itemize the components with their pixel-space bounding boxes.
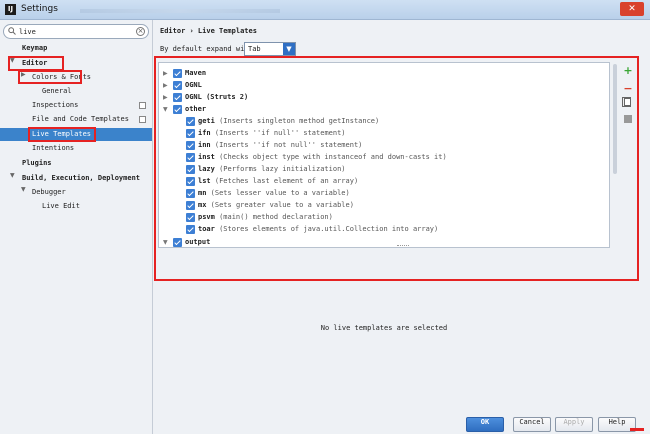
- ok-button[interactable]: OK: [466, 417, 504, 432]
- tree-item-live-edit[interactable]: Live Edit: [0, 200, 152, 213]
- remove-template-icon[interactable]: −: [621, 82, 635, 96]
- chevron-down-icon[interactable]: ▼: [283, 43, 295, 55]
- tree-item-inspections[interactable]: Inspections: [0, 99, 152, 112]
- expanded-arrow-icon[interactable]: ▼: [10, 172, 15, 179]
- cancel-button[interactable]: Cancel: [513, 417, 551, 432]
- expand-with-label: By default expand with: [160, 45, 253, 53]
- highlight-colors-fonts: [18, 70, 82, 84]
- add-template-icon[interactable]: +: [621, 64, 635, 78]
- tree-item-keymap[interactable]: Keymap: [0, 42, 152, 55]
- no-selection-message: No live templates are selected: [320, 324, 448, 332]
- search-icon: [8, 27, 16, 35]
- corner-annotation-mark: [630, 428, 644, 431]
- window-close-button[interactable]: ✕: [620, 2, 644, 16]
- blurred-menu-area: [80, 9, 280, 13]
- tree-item-intentions[interactable]: Intentions: [0, 142, 152, 155]
- highlight-templates-list: [154, 56, 639, 281]
- expand-with-select[interactable]: Tab ▼: [244, 42, 296, 56]
- highlight-editor: [8, 56, 64, 71]
- tree-item-plugins[interactable]: Plugins: [0, 157, 152, 170]
- expand-with-value: Tab: [248, 45, 261, 53]
- copy-template-icon[interactable]: [621, 96, 635, 110]
- tree-item-file-code-templates[interactable]: File and Code Templates: [0, 113, 152, 126]
- settings-search-box[interactable]: live ×: [3, 24, 149, 39]
- restore-defaults-icon[interactable]: [621, 112, 635, 126]
- tree-item-debugger[interactable]: ▼ Debugger: [0, 186, 152, 199]
- tree-item-general[interactable]: General: [0, 85, 152, 98]
- clear-search-icon[interactable]: ×: [136, 27, 145, 36]
- tree-item-build-execution-deployment[interactable]: ▼ Build, Execution, Deployment: [0, 172, 152, 185]
- title-bar: IJ Settings ✕: [0, 0, 650, 20]
- project-scope-icon: [139, 116, 146, 123]
- search-input[interactable]: live: [19, 28, 36, 36]
- expanded-arrow-icon[interactable]: ▼: [21, 186, 26, 193]
- highlight-live-templates: [28, 127, 96, 142]
- window-title: Settings: [21, 4, 58, 14]
- intellij-app-icon: IJ: [5, 4, 16, 15]
- project-scope-icon: [139, 102, 146, 109]
- page-breadcrumb: Editor › Live Templates: [160, 27, 257, 35]
- apply-button[interactable]: Apply: [555, 417, 593, 432]
